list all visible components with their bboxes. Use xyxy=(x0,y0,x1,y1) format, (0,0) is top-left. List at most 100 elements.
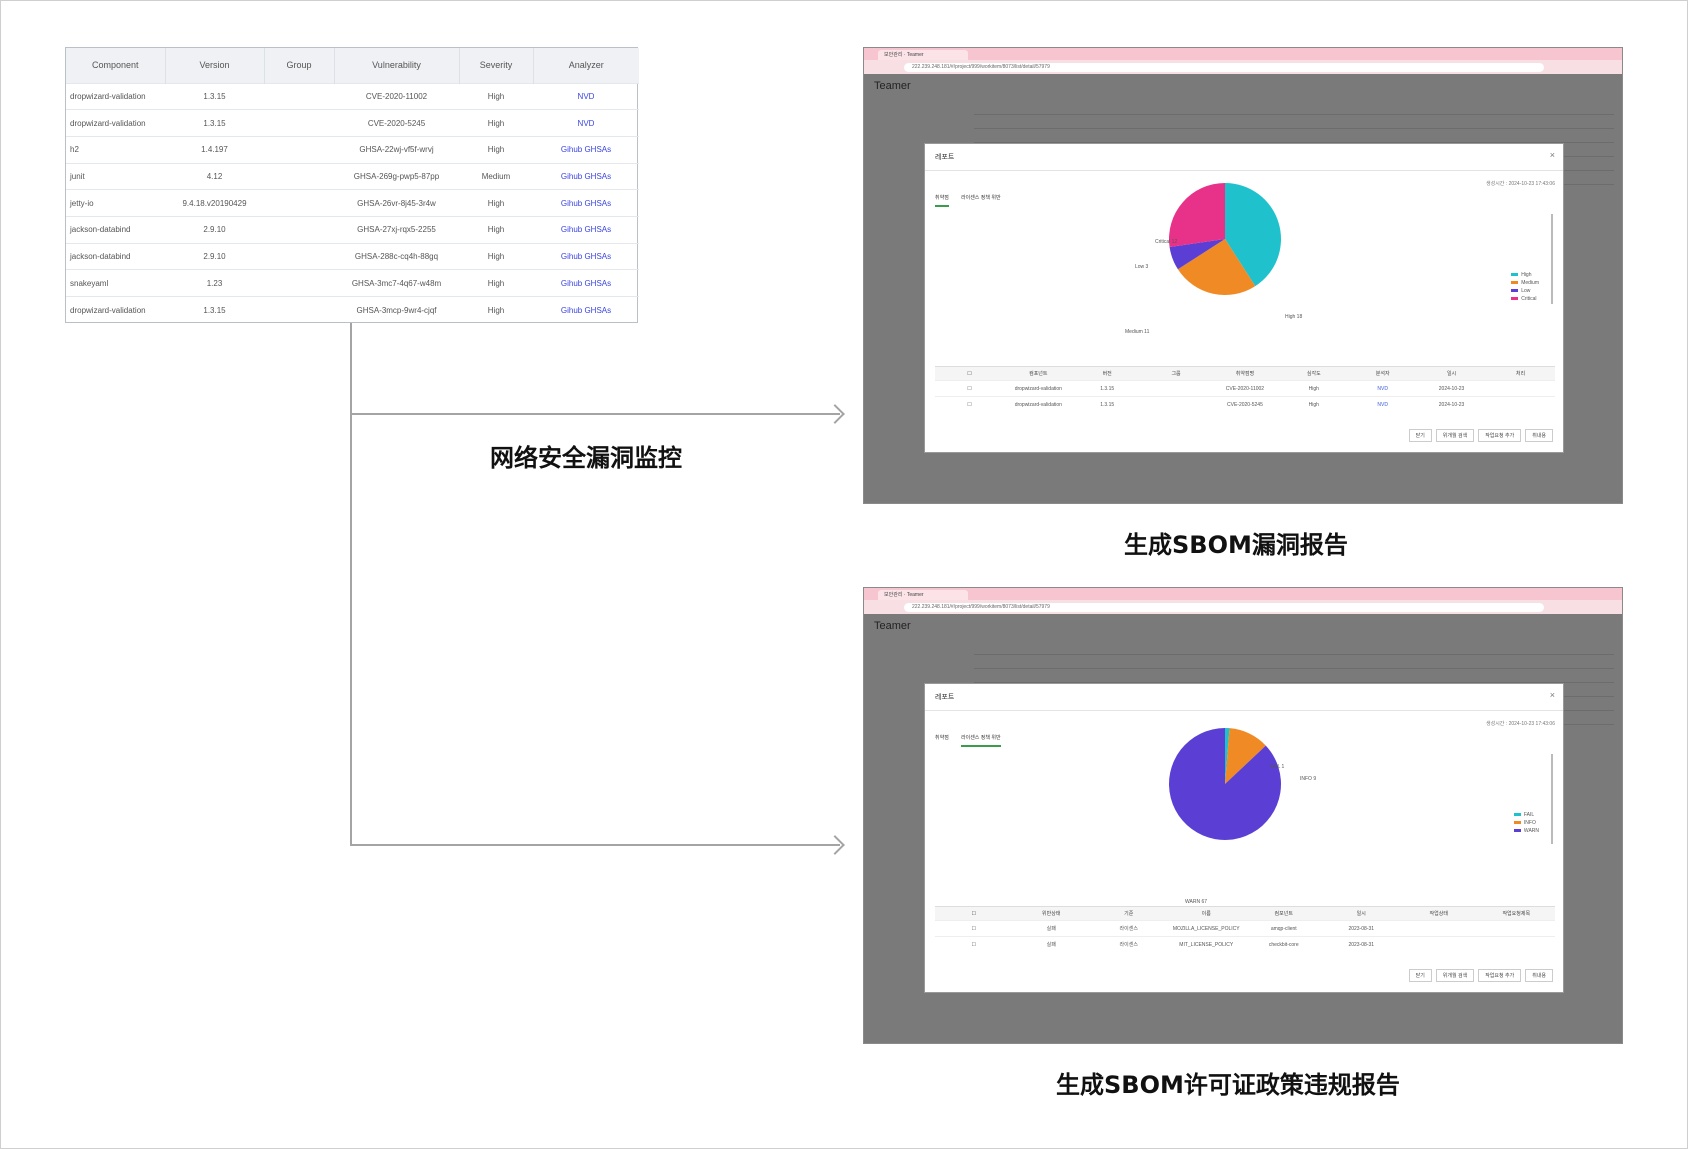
table-row: jetty-io 9.4.18.v20190429 GHSA-26vr-8j45-3… xyxy=(66,189,639,217)
sidebar-item[interactable] xyxy=(868,666,968,678)
modal-title: 레포트 xyxy=(935,154,955,161)
legend-item[interactable]: High xyxy=(1511,271,1539,279)
table-cell: 실패 xyxy=(1012,936,1090,953)
modal-button-0[interactable]: 닫기 xyxy=(1408,969,1432,982)
analyzer-link[interactable]: NVD xyxy=(533,82,639,110)
column-header-group: Group xyxy=(264,48,335,83)
table-cell: GHSA-3mcp-9wr4-cjqf xyxy=(334,296,459,324)
legend-item[interactable]: Low xyxy=(1511,287,1539,295)
analyzer-link[interactable]: Gihub GHSAs xyxy=(533,242,639,270)
sidebar-item[interactable] xyxy=(868,114,968,126)
analyzer-link[interactable]: NVD xyxy=(533,109,639,137)
analyzer-link[interactable]: Gihub GHSAs xyxy=(533,162,639,190)
url-input[interactable]: 222.239.248.181/#/project/999/workitem/8… xyxy=(904,63,1544,72)
legend-swatch xyxy=(1513,829,1521,833)
modal-button-3[interactable]: 취내용 xyxy=(1525,969,1553,982)
table-cell: High xyxy=(459,242,533,270)
column-header: 컴포넌트 xyxy=(1245,906,1323,921)
row-checkbox[interactable]: ☐ xyxy=(935,396,1004,413)
column-header: 일시 xyxy=(1322,906,1400,921)
legend-label: High xyxy=(1521,272,1532,278)
modal-buttons: 닫기 위개월 검색 작업요청 추가 취내용 xyxy=(1405,424,1553,442)
scrollbar[interactable] xyxy=(1551,754,1553,844)
table-cell: 실패 xyxy=(1012,920,1090,937)
column-header-vulnerability: Vulnerability xyxy=(334,48,460,83)
table-cell: High xyxy=(459,109,533,137)
table-cell: High xyxy=(459,296,533,324)
report-table: ☐ 위반상태 기준 이름 컴포넌트 일시 작업상태 작업요청제목 ☐ 실패 라이센스 MOZILLA_… xyxy=(935,906,1555,953)
analyzer-link[interactable]: Gihub GHSAs xyxy=(533,135,639,164)
modal-button-2[interactable]: 작업요청 추가 xyxy=(1478,969,1522,982)
divider xyxy=(974,114,1614,115)
column-header: 작업상태 xyxy=(1400,906,1478,921)
column-header: 분석자 xyxy=(1348,366,1418,381)
modal-button-2[interactable]: 작업요청 추가 xyxy=(1478,429,1522,442)
legend-item[interactable]: Medium xyxy=(1511,279,1539,287)
table-cell: 2.9.10 xyxy=(165,242,264,270)
table-cell: GHSA-22wj-vf5f-wrvj xyxy=(334,135,459,164)
slice-label: FAIL 1 xyxy=(1270,764,1285,770)
modal-button-1[interactable]: 위개월 검색 xyxy=(1435,969,1475,982)
table-cell: 2024-10-23 xyxy=(1417,380,1486,397)
caption-monitor: 网络安全漏洞监控 xyxy=(490,444,682,472)
scrollbar[interactable] xyxy=(1551,214,1553,304)
app-brand: Teamer xyxy=(874,620,911,632)
table-cell: GHSA-269g-pwp5-87pp xyxy=(334,162,459,190)
close-icon[interactable]: × xyxy=(1550,690,1555,700)
table-cell xyxy=(264,189,334,217)
tab-0[interactable]: 취약점 xyxy=(935,194,949,207)
analyzer-link[interactable]: Gihub GHSAs xyxy=(533,215,639,244)
caption-vuln-report: 生成SBOM漏洞报告 xyxy=(1124,531,1348,559)
row-checkbox[interactable]: ☐ xyxy=(935,380,1004,397)
sidebar-item[interactable] xyxy=(868,102,968,114)
sidebar-item[interactable] xyxy=(868,642,968,654)
slice-label: Low 3 xyxy=(1135,264,1149,270)
browser-tab[interactable]: 보안관리 · Teamer xyxy=(878,50,968,60)
divider xyxy=(925,170,1563,171)
analyzer-link[interactable]: Gihub GHSAs xyxy=(533,189,639,217)
table-cell: MOZILLA_LICENSE_POLICY xyxy=(1167,920,1245,937)
connector-vertical xyxy=(350,323,352,845)
legend-item[interactable]: FAIL xyxy=(1513,811,1539,819)
analyzer-link[interactable]: Gihub GHSAs xyxy=(533,269,639,297)
table-row: ☐ dropwizard-validation 1.3.15 CVE-2020-524… xyxy=(935,396,1555,413)
close-icon[interactable]: × xyxy=(1550,150,1555,160)
sidebar-item[interactable] xyxy=(868,654,968,666)
select-all-checkbox[interactable]: ☐ xyxy=(935,366,1004,381)
slice-label: High 18 xyxy=(1285,314,1303,320)
table-cell: High xyxy=(459,269,533,297)
table-cell xyxy=(1141,380,1211,397)
column-header: 처리 xyxy=(1486,366,1555,381)
row-checkbox[interactable]: ☐ xyxy=(935,920,1013,937)
table-cell: High xyxy=(1279,396,1349,413)
legend-swatch xyxy=(1511,297,1519,301)
modal-button-0[interactable]: 닫기 xyxy=(1408,429,1432,442)
legend-swatch xyxy=(1513,821,1521,825)
column-header: 취약점명 xyxy=(1210,366,1280,381)
browser-tab[interactable]: 보안관리 · Teamer xyxy=(878,590,968,600)
legend-swatch xyxy=(1511,289,1519,293)
table-cell: GHSA-27xj-rqx5-2255 xyxy=(334,215,459,244)
legend-item[interactable]: WARN xyxy=(1513,827,1539,835)
table-row: jackson-databind 2.9.10 GHSA-288c-cq4h-88g… xyxy=(66,242,639,270)
select-all-checkbox[interactable]: ☐ xyxy=(935,906,1013,921)
screenshot-license-report: 보안관리 · Teamer 222.239.248.181/#/project/9… xyxy=(863,587,1623,1044)
table-cell: 1.3.15 xyxy=(1072,380,1142,397)
legend-item[interactable]: Critical xyxy=(1511,295,1539,303)
row-checkbox[interactable]: ☐ xyxy=(935,936,1013,953)
table-cell: 1.3.15 xyxy=(165,82,264,110)
table-cell: jackson-databind xyxy=(66,215,165,244)
table-cell: GHSA-3mc7-4q67-w48m xyxy=(334,269,459,297)
url-input[interactable]: 222.239.248.181/#/project/999/workitem/8… xyxy=(904,603,1544,612)
analyzer-link[interactable]: Gihub GHSAs xyxy=(533,296,639,324)
modal-button-3[interactable]: 취내용 xyxy=(1525,429,1553,442)
table-cell: Medium xyxy=(459,162,533,190)
table-cell: High xyxy=(1279,380,1349,397)
sidebar-item[interactable] xyxy=(868,126,968,138)
tab-0[interactable]: 취약점 xyxy=(935,734,949,745)
legend-item[interactable]: INFO xyxy=(1513,819,1539,827)
table-cell: 2023-08-31 xyxy=(1322,936,1400,953)
tab-1[interactable]: 라이센스 정책 위반 xyxy=(961,194,1001,205)
tab-1[interactable]: 라이센스 정책 위반 xyxy=(961,734,1001,747)
modal-button-1[interactable]: 위개월 검색 xyxy=(1435,429,1475,442)
